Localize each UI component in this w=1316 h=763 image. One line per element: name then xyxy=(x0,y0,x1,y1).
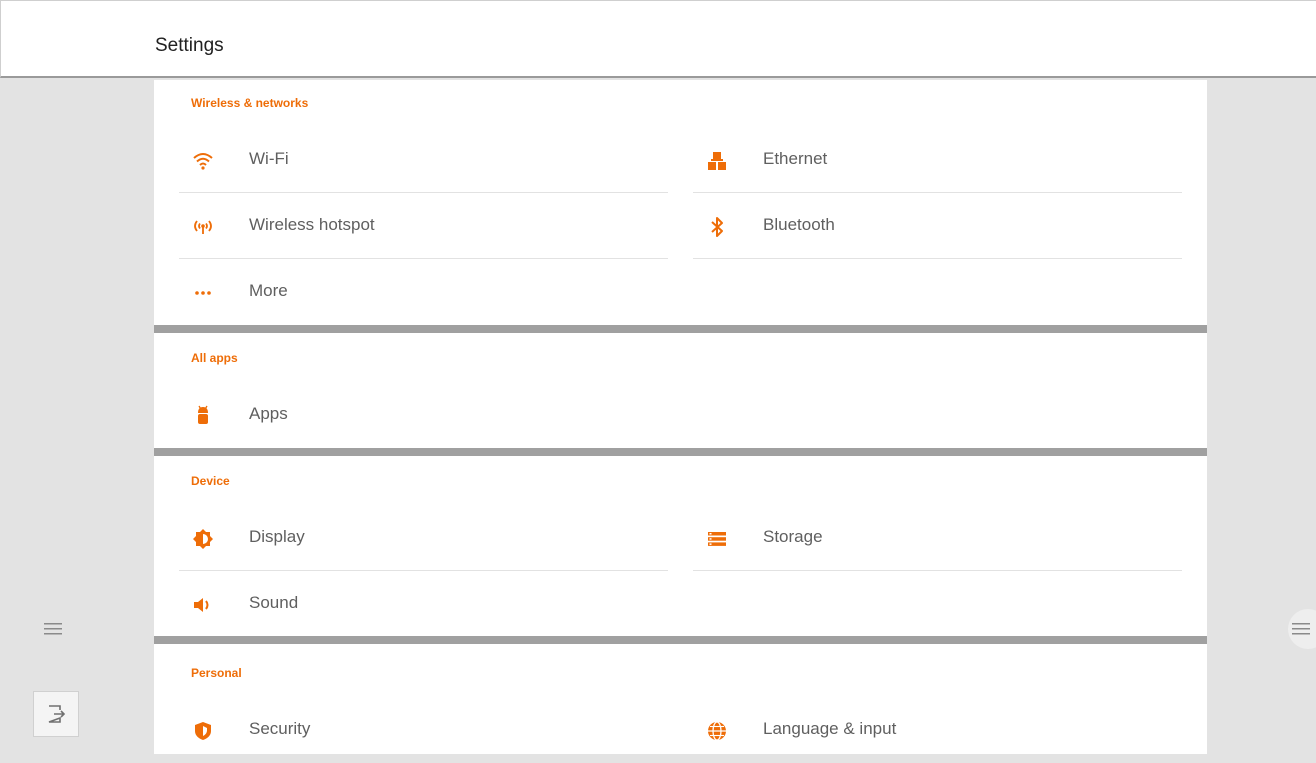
settings-item-label: Apps xyxy=(249,404,288,423)
shield-icon xyxy=(191,719,215,743)
settings-item-label: Wi-Fi xyxy=(249,149,289,168)
globe-icon xyxy=(705,719,729,743)
bluetooth-icon xyxy=(705,215,729,239)
hamburger-menu-icon xyxy=(44,623,62,635)
wifi-icon xyxy=(191,149,215,173)
settings-item-label: Ethernet xyxy=(763,149,828,168)
ethernet-icon xyxy=(705,149,729,173)
section-all-apps: All apps Apps xyxy=(154,333,1207,448)
settings-item-security[interactable]: Security xyxy=(179,697,668,763)
settings-item-label: Storage xyxy=(763,527,823,546)
settings-item-wireless-hotspot[interactable]: Wireless hotspot xyxy=(179,193,668,259)
settings-item-more[interactable]: More xyxy=(179,259,668,325)
more-dots-icon xyxy=(191,281,215,305)
section-personal: Personal Security Language & input xyxy=(154,644,1207,754)
section-title: All apps xyxy=(191,351,238,365)
brightness-icon xyxy=(191,527,215,551)
settings-item-bluetooth[interactable]: Bluetooth xyxy=(693,193,1182,259)
section-divider xyxy=(154,325,1207,333)
section-title: Device xyxy=(191,474,230,488)
section-title: Wireless & networks xyxy=(191,96,309,110)
exit-icon xyxy=(48,705,66,723)
settings-item-label: Display xyxy=(249,527,305,546)
right-menu-button[interactable] xyxy=(1288,609,1316,649)
settings-item-language-input[interactable]: Language & input xyxy=(693,697,1182,763)
settings-item-wifi[interactable]: Wi-Fi xyxy=(179,127,668,193)
storage-icon xyxy=(705,527,729,551)
section-wireless-networks: Wireless & networks Wi-Fi Ethernet Wirel… xyxy=(154,80,1207,325)
android-icon xyxy=(191,404,215,428)
settings-item-display[interactable]: Display xyxy=(179,505,668,571)
settings-list: Wireless & networks Wi-Fi Ethernet Wirel… xyxy=(154,80,1207,754)
settings-item-sound[interactable]: Sound xyxy=(179,571,668,637)
settings-item-storage[interactable]: Storage xyxy=(693,505,1182,571)
volume-icon xyxy=(191,593,215,617)
settings-item-label: Bluetooth xyxy=(763,215,835,234)
app-header: Settings xyxy=(0,0,1316,78)
settings-item-apps[interactable]: Apps xyxy=(179,382,668,448)
section-divider xyxy=(154,636,1207,644)
settings-item-label: More xyxy=(249,281,288,300)
settings-item-label: Sound xyxy=(249,593,299,612)
section-divider xyxy=(154,448,1207,456)
hamburger-menu-icon xyxy=(1292,623,1310,635)
left-menu-button[interactable] xyxy=(41,617,65,641)
section-device: Device Display Storage Sound xyxy=(154,456,1207,636)
hotspot-icon xyxy=(191,215,215,239)
section-title: Personal xyxy=(191,666,242,680)
settings-item-label: Wireless hotspot xyxy=(249,215,375,234)
settings-item-label: Security xyxy=(249,719,311,738)
page-title: Settings xyxy=(155,35,224,56)
settings-item-label: Language & input xyxy=(763,719,897,738)
settings-item-ethernet[interactable]: Ethernet xyxy=(693,127,1182,193)
exit-button[interactable] xyxy=(33,691,79,737)
